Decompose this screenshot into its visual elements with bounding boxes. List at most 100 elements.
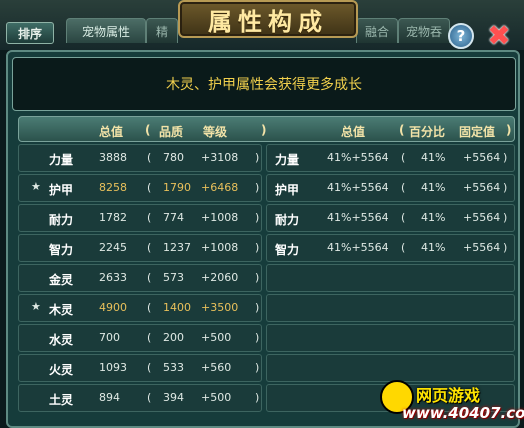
attribute-total: 1782 — [99, 211, 127, 224]
attribute-total: 3888 — [99, 151, 127, 164]
attribute-quality: 200 — [163, 331, 184, 344]
left-attribute-row: ★ 护甲 8258 (1790 +6468) — [18, 174, 262, 202]
left-attribute-row: 金灵 2633 (573 +2060) — [18, 264, 262, 292]
empty-row — [266, 264, 515, 292]
paren-open: ( — [147, 361, 152, 374]
paren-open: ( — [147, 391, 152, 404]
attribute-quality: 1790 — [163, 181, 191, 194]
attribute-level: +560 — [201, 361, 232, 374]
header-right-percent: 百分比 — [409, 125, 446, 139]
header-right-total: 总值 — [341, 125, 366, 139]
table-header: 总值 ( 品质 等级 ) 总值 ( 百分比 固定值 ) — [18, 116, 515, 142]
left-attribute-row: 水灵 700 (200 +500) — [18, 324, 262, 352]
paren-open: ( — [147, 241, 152, 254]
question-icon[interactable]: ? — [448, 23, 474, 49]
paren-open: ( — [147, 301, 152, 314]
header-right-fixed: 固定值 — [459, 125, 496, 139]
paren-close: ) — [255, 391, 260, 404]
attribute-fixed: +5564 — [463, 151, 501, 164]
paren-close: ) — [503, 211, 508, 224]
attribute-fixed: +5564 — [463, 211, 501, 224]
right-attribute-row: 力量 41%+5564(41% +5564) — [266, 144, 515, 172]
left-attribute-row: 智力 2245 (1237 +1008) — [18, 234, 262, 262]
attribute-quality: 394 — [163, 391, 184, 404]
paren-close: ) — [503, 241, 508, 254]
attribute-level: +500 — [201, 331, 232, 344]
attribute-total: 4900 — [99, 301, 127, 314]
star-icon: ★ — [31, 180, 41, 193]
paren-open: ( — [147, 331, 152, 344]
attribute-quality: 1400 — [163, 301, 191, 314]
sort-button[interactable]: 排序 — [6, 22, 54, 44]
close-icon[interactable]: ✖ — [486, 19, 512, 52]
attribute-quality: 573 — [163, 271, 184, 284]
paren-open: ( — [401, 151, 406, 164]
paren-close: ) — [255, 331, 260, 344]
paren-close: ) — [255, 211, 260, 224]
paren-close: ) — [255, 181, 260, 194]
paren-open: ( — [401, 241, 406, 254]
paren-open: ( — [401, 181, 406, 194]
attribute-total: 41%+5564 — [327, 151, 389, 164]
paren-close: ) — [503, 151, 508, 164]
header-left-paren-close: ) — [261, 123, 267, 137]
attribute-table: 总值 ( 品质 等级 ) 总值 ( 百分比 固定值 ) 力量 3888 (780 +3… — [18, 116, 515, 416]
attribute-quality: 774 — [163, 211, 184, 224]
empty-row — [266, 324, 515, 352]
attribute-quality: 1237 — [163, 241, 191, 254]
attribute-percent: 41% — [421, 151, 446, 164]
attribute-level: +3108 — [201, 151, 239, 164]
star-icon: ★ — [31, 300, 41, 313]
paren-open: ( — [147, 211, 152, 224]
left-attribute-row: 力量 3888 (780 +3108) — [18, 144, 262, 172]
attribute-total: 41%+5564 — [327, 181, 389, 194]
attribute-name: 力量 — [275, 153, 300, 167]
paren-close: ) — [255, 151, 260, 164]
header-left-level: 等级 — [203, 125, 228, 139]
attribute-quality: 533 — [163, 361, 184, 374]
attribute-percent: 41% — [421, 211, 446, 224]
tab-refine[interactable]: 精 — [146, 18, 178, 43]
attribute-total: 700 — [99, 331, 120, 344]
attribute-level: +1008 — [201, 211, 239, 224]
empty-row — [266, 294, 515, 322]
attribute-name: 力量 — [49, 153, 74, 167]
left-attribute-row: 土灵 894 (394 +500) — [18, 384, 262, 412]
attribute-fixed: +5564 — [463, 241, 501, 254]
attribute-percent: 41% — [421, 181, 446, 194]
watermark-line2: www.40407.com — [402, 404, 524, 422]
right-attribute-row: 耐力 41%+5564(41% +5564) — [266, 204, 515, 232]
tab-fusion[interactable]: 融合 — [356, 18, 398, 43]
attribute-name: 耐力 — [49, 213, 74, 227]
tab-pet-attributes[interactable]: 宠物属性 — [66, 18, 146, 43]
attribute-total: 1093 — [99, 361, 127, 374]
header-right-paren-close: ) — [506, 123, 512, 137]
attribute-quality: 780 — [163, 151, 184, 164]
attribute-total: 2633 — [99, 271, 127, 284]
attribute-percent: 41% — [421, 241, 446, 254]
right-attribute-row: 智力 41%+5564(41% +5564) — [266, 234, 515, 262]
header-left-total: 总值 — [99, 125, 124, 139]
attribute-total: 8258 — [99, 181, 127, 194]
attribute-level: +500 — [201, 391, 232, 404]
attribute-total: 41%+5564 — [327, 211, 389, 224]
paren-open: ( — [147, 151, 152, 164]
header-left-paren-open: ( — [145, 123, 151, 137]
left-attribute-row: 火灵 1093 (533 +560) — [18, 354, 262, 382]
paren-open: ( — [147, 271, 152, 284]
attribute-total: 2245 — [99, 241, 127, 254]
watermark-line1: 网页游戏 — [416, 386, 481, 405]
attribute-name: 火灵 — [49, 363, 74, 377]
left-attribute-row: 耐力 1782 (774 +1008) — [18, 204, 262, 232]
header-left-quality: 品质 — [159, 125, 184, 139]
paren-close: ) — [255, 301, 260, 314]
attribute-name: 水灵 — [49, 333, 74, 347]
tab-pet-devour[interactable]: 宠物吞 — [398, 18, 450, 43]
attribute-fixed: +5564 — [463, 181, 501, 194]
window-title-banner: 属性构成 — [178, 0, 358, 38]
attribute-level: +6468 — [201, 181, 239, 194]
growth-message: 木灵、护甲属性会获得更多成长 — [12, 57, 516, 111]
attribute-name: 土灵 — [49, 393, 74, 407]
attribute-name: 耐力 — [275, 213, 300, 227]
paren-close: ) — [255, 361, 260, 374]
